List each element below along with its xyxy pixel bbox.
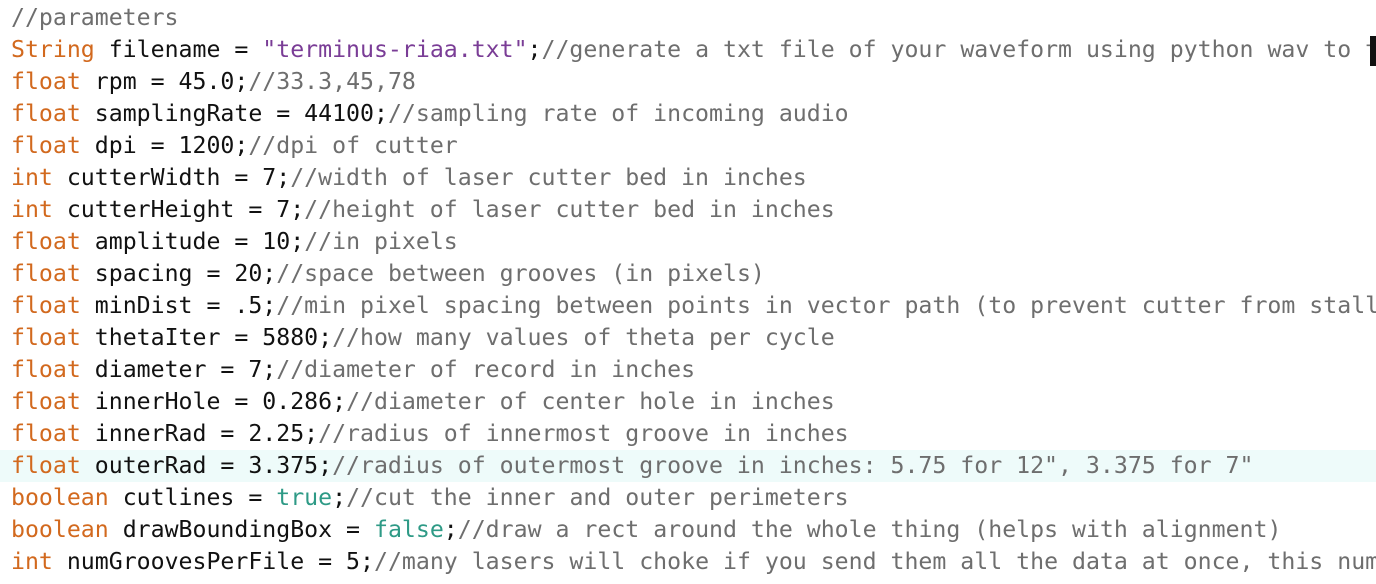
type-keyword: float [11, 356, 81, 383]
type-keyword: float [11, 68, 81, 95]
code-comment: //33.3,45,78 [248, 68, 416, 95]
declaration: diameter = 7; [80, 356, 277, 383]
code-comment: //in pixels [304, 228, 458, 255]
declaration: filename = [94, 36, 263, 63]
type-keyword: float [11, 292, 81, 319]
string-literal: "terminus-riaa.txt" [262, 36, 528, 63]
declaration: numGroovesPerFile = 5; [52, 548, 374, 575]
vertical-scrollbar[interactable] [1370, 0, 1376, 584]
code-comment: //generate a txt file of your waveform u… [541, 36, 1376, 63]
semicolon: ; [527, 36, 542, 63]
declaration: innerHole = 0.286; [80, 388, 347, 415]
code-comment: //radius of innermost groove in inches [318, 420, 849, 447]
declaration: dpi = 1200; [80, 132, 249, 159]
type-keyword: float [11, 132, 81, 159]
type-keyword: float [11, 452, 81, 479]
type-keyword: String [11, 36, 95, 63]
code-comment: //how many values of theta per cycle [332, 324, 835, 351]
declaration: samplingRate = 44100; [80, 100, 388, 127]
declaration: outerRad = 3.375; [80, 452, 333, 479]
code-area[interactable]: //parameters String filename = "terminus-… [0, 2, 1376, 578]
type-keyword: float [11, 260, 81, 287]
code-comment: //height of laser cutter bed in inches [304, 196, 835, 223]
code-line[interactable]: float thetaIter = 5880;//how many values… [0, 322, 1376, 354]
type-keyword: float [11, 388, 81, 415]
code-line[interactable]: int cutterWidth = 7;//width of laser cut… [0, 162, 1376, 194]
declaration: cutlines = [108, 484, 277, 511]
type-keyword: int [11, 548, 53, 575]
code-line[interactable]: float rpm = 45.0;//33.3,45,78 [0, 66, 1376, 98]
code-comment: //min pixel spacing between points in ve… [276, 292, 1376, 319]
declaration: rpm = 45.0; [80, 68, 249, 95]
code-line[interactable]: boolean cutlines = true;//cut the inner … [0, 482, 1376, 514]
semicolon: ; [332, 484, 347, 511]
declaration: minDist = .5; [80, 292, 277, 319]
type-keyword: float [11, 420, 81, 447]
code-line[interactable]: int numGroovesPerFile = 5;//many lasers … [0, 546, 1376, 578]
declaration: innerRad = 2.25; [80, 420, 319, 447]
code-line[interactable]: float minDist = .5;//min pixel spacing b… [0, 290, 1376, 322]
code-comment: //many lasers will choke if you send the… [373, 548, 1376, 575]
declaration: drawBoundingBox = [108, 516, 374, 543]
type-keyword: float [11, 324, 81, 351]
scrollbar-thumb[interactable] [1370, 36, 1376, 66]
type-keyword: float [11, 100, 81, 127]
semicolon: ; [443, 516, 458, 543]
code-comment: //radius of outermost groove in inches: … [332, 452, 1254, 479]
declaration: spacing = 20; [80, 260, 277, 287]
code-line[interactable]: String filename = "terminus-riaa.txt";//… [0, 34, 1376, 66]
code-comment: //space between grooves (in pixels) [276, 260, 765, 287]
code-comment: //diameter of record in inches [276, 356, 696, 383]
declaration: cutterWidth = 7; [52, 164, 291, 191]
code-line[interactable]: int cutterHeight = 7;//height of laser c… [0, 194, 1376, 226]
code-line[interactable]: float samplingRate = 44100;//sampling ra… [0, 98, 1376, 130]
code-comment: //dpi of cutter [248, 132, 458, 159]
type-keyword: boolean [11, 484, 109, 511]
type-keyword: boolean [11, 516, 109, 543]
code-line[interactable]: float amplitude = 10;//in pixels [0, 226, 1376, 258]
code-comment: //cut the inner and outer perimeters [346, 484, 849, 511]
declaration: amplitude = 10; [80, 228, 305, 255]
code-line[interactable]: float innerHole = 0.286;//diameter of ce… [0, 386, 1376, 418]
boolean-literal: true [276, 484, 333, 511]
type-keyword: int [11, 164, 53, 191]
code-line[interactable]: //parameters [0, 2, 1376, 34]
code-comment: //sampling rate of incoming audio [387, 100, 849, 127]
code-line[interactable]: float diameter = 7;//diameter of record … [0, 354, 1376, 386]
code-line[interactable]: boolean drawBoundingBox = false;//draw a… [0, 514, 1376, 546]
type-keyword: int [11, 196, 53, 223]
code-editor[interactable]: //parameters String filename = "terminus-… [0, 0, 1376, 584]
code-line[interactable]: float innerRad = 2.25;//radius of innerm… [0, 418, 1376, 450]
code-comment: //parameters [11, 4, 179, 31]
code-line[interactable]: float dpi = 1200;//dpi of cutter [0, 130, 1376, 162]
code-comment: //draw a rect around the whole thing (he… [457, 516, 1282, 543]
declaration: thetaIter = 5880; [80, 324, 333, 351]
boolean-literal: false [373, 516, 444, 543]
code-line[interactable]: float spacing = 20;//space between groov… [0, 258, 1376, 290]
type-keyword: float [11, 228, 81, 255]
code-line[interactable]: float outerRad = 3.375;//radius of outer… [0, 450, 1376, 482]
declaration: cutterHeight = 7; [52, 196, 305, 223]
code-comment: //width of laser cutter bed in inches [290, 164, 807, 191]
code-comment: //diameter of center hole in inches [346, 388, 835, 415]
